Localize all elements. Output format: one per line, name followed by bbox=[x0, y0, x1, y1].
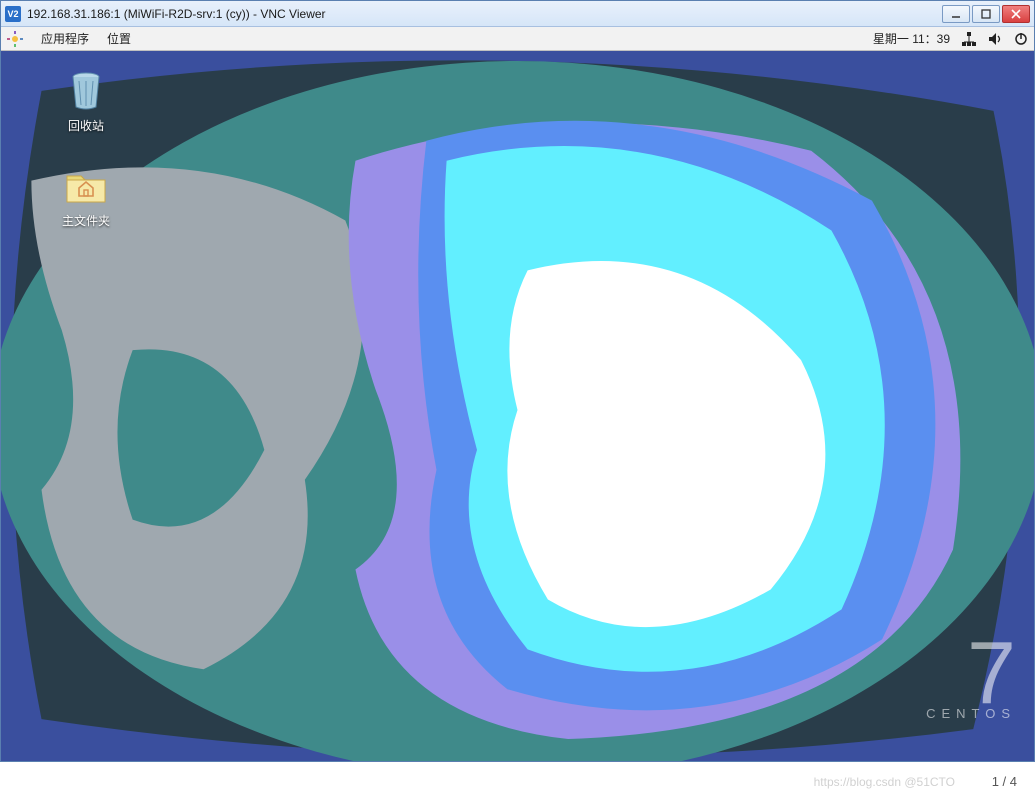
network-icon[interactable] bbox=[962, 32, 976, 46]
vnc-app-icon: V2 bbox=[5, 6, 21, 22]
desktop-wallpaper bbox=[1, 51, 1034, 761]
maximize-button[interactable] bbox=[972, 5, 1000, 23]
remote-desktop[interactable]: 应用程序 位置 星期一 11：39 bbox=[1, 27, 1034, 761]
trash-bin-icon bbox=[63, 67, 109, 113]
home-folder-icon[interactable]: 主文件夹 bbox=[41, 162, 131, 229]
applications-menu[interactable]: 应用程序 bbox=[41, 30, 89, 47]
centos-name: CENTOS bbox=[926, 706, 1016, 721]
window-controls bbox=[942, 5, 1030, 23]
minimize-button[interactable] bbox=[942, 5, 970, 23]
close-button[interactable] bbox=[1002, 5, 1030, 23]
clock-label[interactable]: 星期一 11：39 bbox=[873, 30, 950, 47]
trash-icon[interactable]: 回收站 bbox=[41, 67, 131, 134]
desktop-icons-area: 回收站 主文件夹 bbox=[41, 67, 131, 229]
window-titlebar[interactable]: V2 192.168.31.186:1 (MiWiFi-R2D-srv:1 (c… bbox=[1, 1, 1034, 27]
centos-branding: 7 CENTOS bbox=[926, 642, 1016, 721]
volume-icon[interactable] bbox=[988, 32, 1002, 46]
power-icon[interactable] bbox=[1014, 32, 1028, 46]
vnc-viewer-window: V2 192.168.31.186:1 (MiWiFi-R2D-srv:1 (c… bbox=[0, 0, 1035, 762]
window-title: 192.168.31.186:1 (MiWiFi-R2D-srv:1 (cy))… bbox=[27, 7, 942, 21]
home-folder-label: 主文件夹 bbox=[62, 212, 110, 229]
page-footer: https://blog.csdn @51CTO 1 / 4 bbox=[0, 763, 1035, 799]
gnome-top-panel: 应用程序 位置 星期一 11：39 bbox=[1, 27, 1034, 51]
watermark-text: https://blog.csdn @51CTO bbox=[814, 775, 955, 789]
activities-icon[interactable] bbox=[7, 31, 23, 47]
trash-label: 回收站 bbox=[68, 117, 104, 134]
centos-version: 7 bbox=[926, 642, 1016, 704]
folder-home-icon bbox=[63, 162, 109, 208]
places-menu[interactable]: 位置 bbox=[107, 30, 131, 47]
page-indicator: 1 / 4 bbox=[992, 774, 1017, 789]
